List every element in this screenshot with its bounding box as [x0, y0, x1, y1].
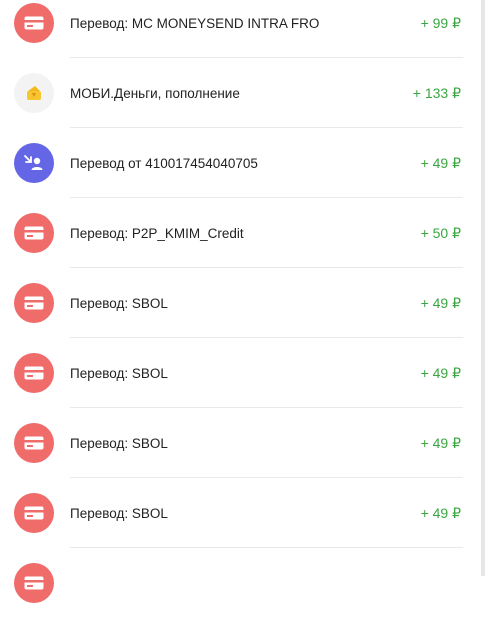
- card-icon: [14, 493, 54, 533]
- transaction-row[interactable]: Перевод: SBOL + 49 ₽: [0, 408, 485, 478]
- card-icon: [14, 353, 54, 393]
- transaction-title: Перевод: SBOL: [70, 505, 168, 521]
- transaction-title: Перевод: SBOL: [70, 295, 168, 311]
- scrollbar-track[interactable]: [481, 0, 485, 576]
- transaction-row[interactable]: Перевод: SBOL + 49 ₽: [0, 268, 485, 338]
- transaction-title: Перевод: MC MONEYSEND INTRA FRO: [70, 15, 320, 31]
- card-icon: [14, 423, 54, 463]
- transaction-row[interactable]: Перевод: P2P_KMIM_Credit + 50 ₽: [0, 198, 485, 268]
- transaction-row[interactable]: Перевод: SBOL + 49 ₽: [0, 338, 485, 408]
- transaction-row[interactable]: МОБИ.Деньги, пополнение + 133 ₽: [0, 58, 485, 128]
- transaction-amount: + 49 ₽: [420, 154, 461, 171]
- transaction-row[interactable]: Перевод: SBOL + 49 ₽: [0, 478, 485, 548]
- transaction-amount: + 99 ₽: [420, 14, 461, 31]
- transaction-title: Перевод: SBOL: [70, 365, 168, 381]
- card-icon: [14, 563, 54, 603]
- transaction-row[interactable]: Перевод: MC MONEYSEND INTRA FRO + 99 ₽: [0, 0, 485, 58]
- card-icon: [14, 3, 54, 43]
- transaction-title: [70, 548, 365, 618]
- transaction-amount: + 49 ₽: [420, 504, 461, 521]
- transaction-title: Перевод: SBOL: [70, 435, 168, 451]
- incoming-transfer-icon: [14, 143, 54, 183]
- transaction-title: Перевод: P2P_KMIM_Credit: [70, 225, 244, 241]
- transaction-row[interactable]: [0, 548, 485, 618]
- wallet-icon: [14, 73, 54, 113]
- card-icon: [14, 283, 54, 323]
- transaction-amount: + 50 ₽: [420, 224, 461, 241]
- transaction-row[interactable]: Перевод от 410017454040705 + 49 ₽: [0, 128, 485, 198]
- transaction-title: МОБИ.Деньги, пополнение: [70, 85, 240, 101]
- transaction-amount: + 49 ₽: [420, 294, 461, 311]
- transaction-amount: + 133 ₽: [412, 84, 461, 101]
- transaction-amount: + 49 ₽: [420, 364, 461, 381]
- transaction-title: Перевод от 410017454040705: [70, 155, 258, 171]
- transaction-amount: + 49 ₽: [420, 434, 461, 451]
- card-icon: [14, 213, 54, 253]
